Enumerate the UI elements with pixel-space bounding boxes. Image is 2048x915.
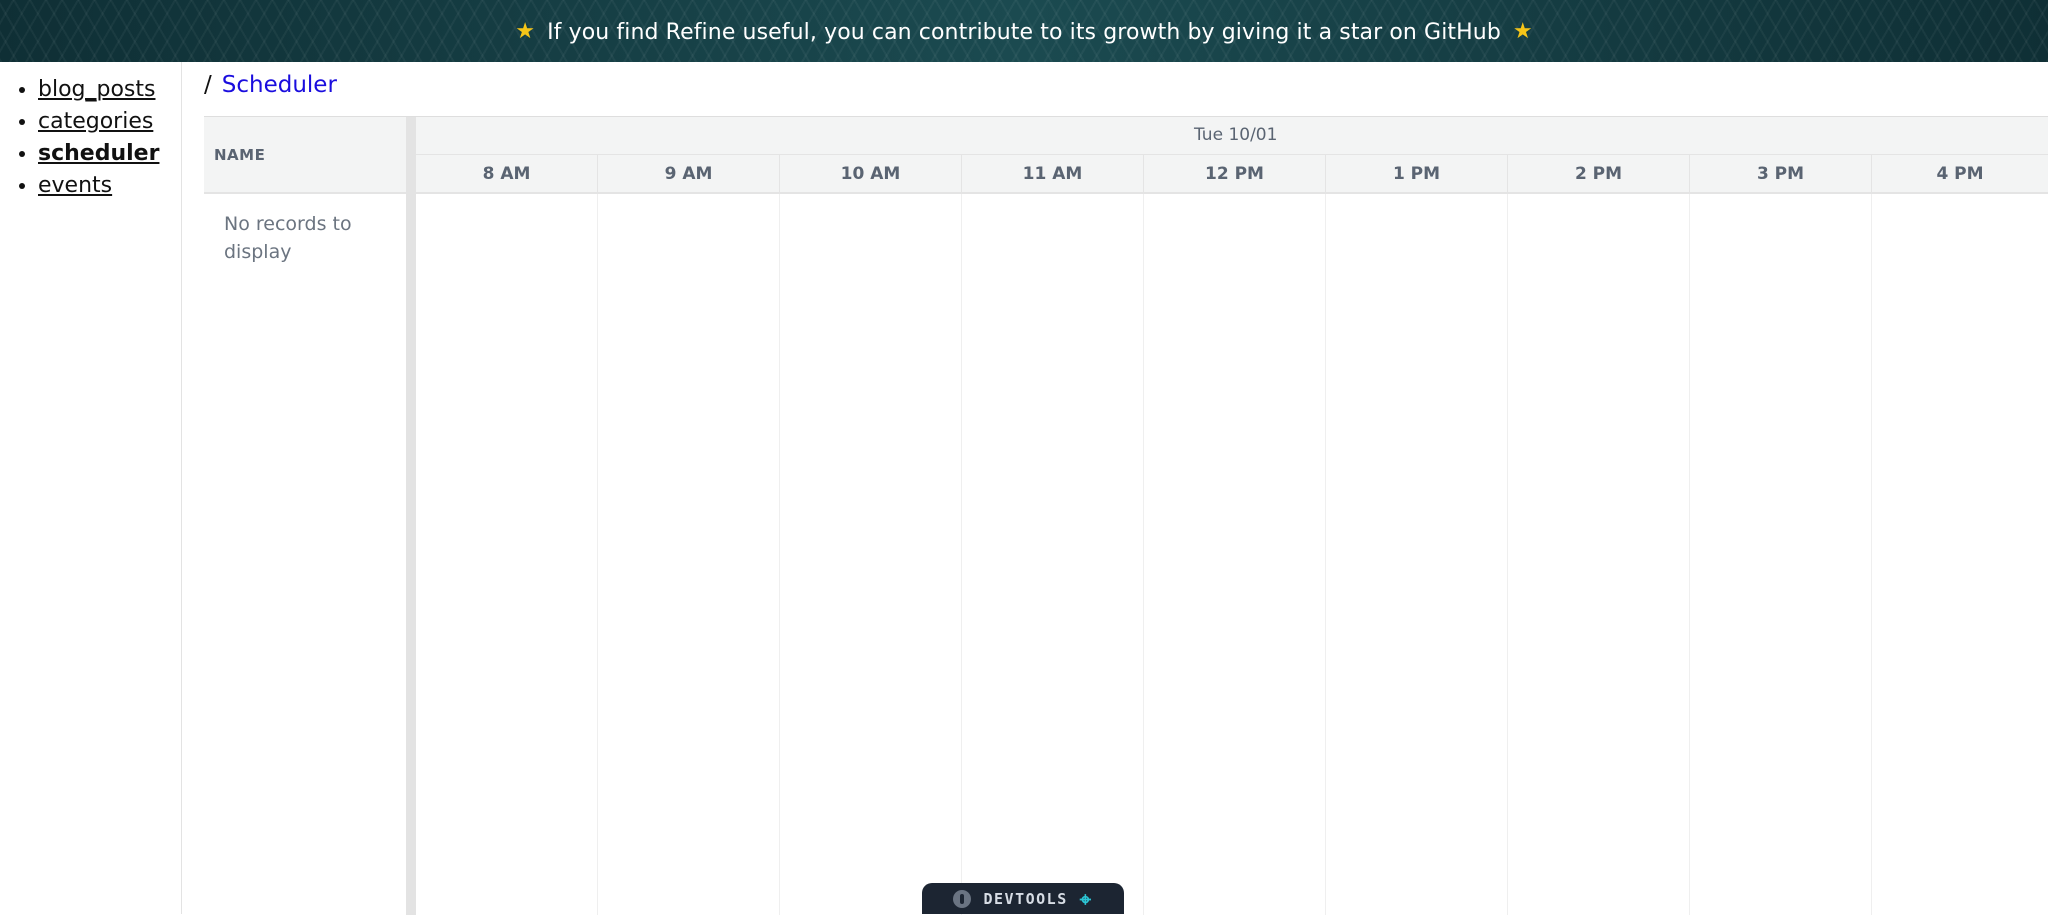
hour-header: 2 PM — [1508, 155, 1690, 192]
empty-state-text: No records to display — [224, 213, 352, 263]
sidebar-item-categories: categories — [38, 106, 181, 138]
hour-header: 9 AM — [598, 155, 780, 192]
grid-line — [1689, 194, 1690, 915]
hour-header: 8 AM — [416, 155, 598, 192]
sidebar-item-events: events — [38, 170, 181, 202]
hour-header: 3 PM — [1690, 155, 1872, 192]
grid-line — [961, 194, 962, 915]
hour-header: 1 PM — [1326, 155, 1508, 192]
breadcrumb-scheduler[interactable]: Scheduler — [222, 72, 337, 98]
star-icon: ★ — [1512, 18, 1533, 44]
sidebar-link-events[interactable]: events — [38, 173, 112, 198]
name-column-header: NAME — [204, 117, 406, 194]
hour-header: 10 AM — [780, 155, 962, 192]
grid-line — [1507, 194, 1508, 915]
sidebar-link-categories[interactable]: categories — [38, 109, 153, 134]
breadcrumb-separator: / — [204, 72, 212, 98]
breadcrumb: / Scheduler — [204, 72, 337, 98]
sidebar-item-blog-posts: blog_posts — [38, 74, 181, 106]
hour-header: 4 PM — [1936, 163, 1984, 184]
grid-line — [1871, 194, 1872, 915]
grid-line — [1143, 194, 1144, 915]
resource-column: NAME No records to display — [204, 117, 406, 915]
hour-header: 12 PM — [1144, 155, 1326, 192]
sidebar-link-scheduler[interactable]: scheduler — [38, 141, 159, 166]
devtools-button[interactable]: DEVTOOLS ⌖ — [922, 883, 1124, 914]
grid-line — [597, 194, 598, 915]
date-header: Tue 10/01 — [416, 117, 2048, 155]
hour-header: 11 AM — [962, 155, 1144, 192]
grid-line — [1325, 194, 1326, 915]
crosshair-icon[interactable]: ⌖ — [1080, 889, 1093, 909]
sidebar-menu: blog_posts categories scheduler events — [0, 74, 181, 202]
hour-header-row: 8 AM 9 AM 10 AM 11 AM 12 PM 1 PM 2 PM 3 … — [416, 155, 2048, 194]
star-icon: ★ — [515, 18, 536, 44]
grid-line — [779, 194, 780, 915]
scheduler-timeline: NAME No records to display Tue 10/01 8 A… — [204, 116, 2048, 915]
devtools-label: DEVTOOLS — [983, 889, 1068, 908]
sidebar-item-scheduler: scheduler — [38, 138, 181, 170]
sidebar: blog_posts categories scheduler events — [0, 62, 182, 914]
timeline-grid: Tue 10/01 8 AM 9 AM 10 AM 11 AM 12 PM 1 … — [416, 117, 2048, 915]
column-resize-handle[interactable] — [406, 117, 416, 915]
refine-logo-icon — [953, 889, 972, 908]
github-star-banner[interactable]: ★ If you find Refine useful, you can con… — [0, 0, 2048, 62]
date-label: Tue 10/01 — [1194, 125, 1278, 145]
sidebar-link-blog-posts[interactable]: blog_posts — [38, 77, 155, 102]
banner-text: If you find Refine useful, you can contr… — [547, 19, 1501, 45]
